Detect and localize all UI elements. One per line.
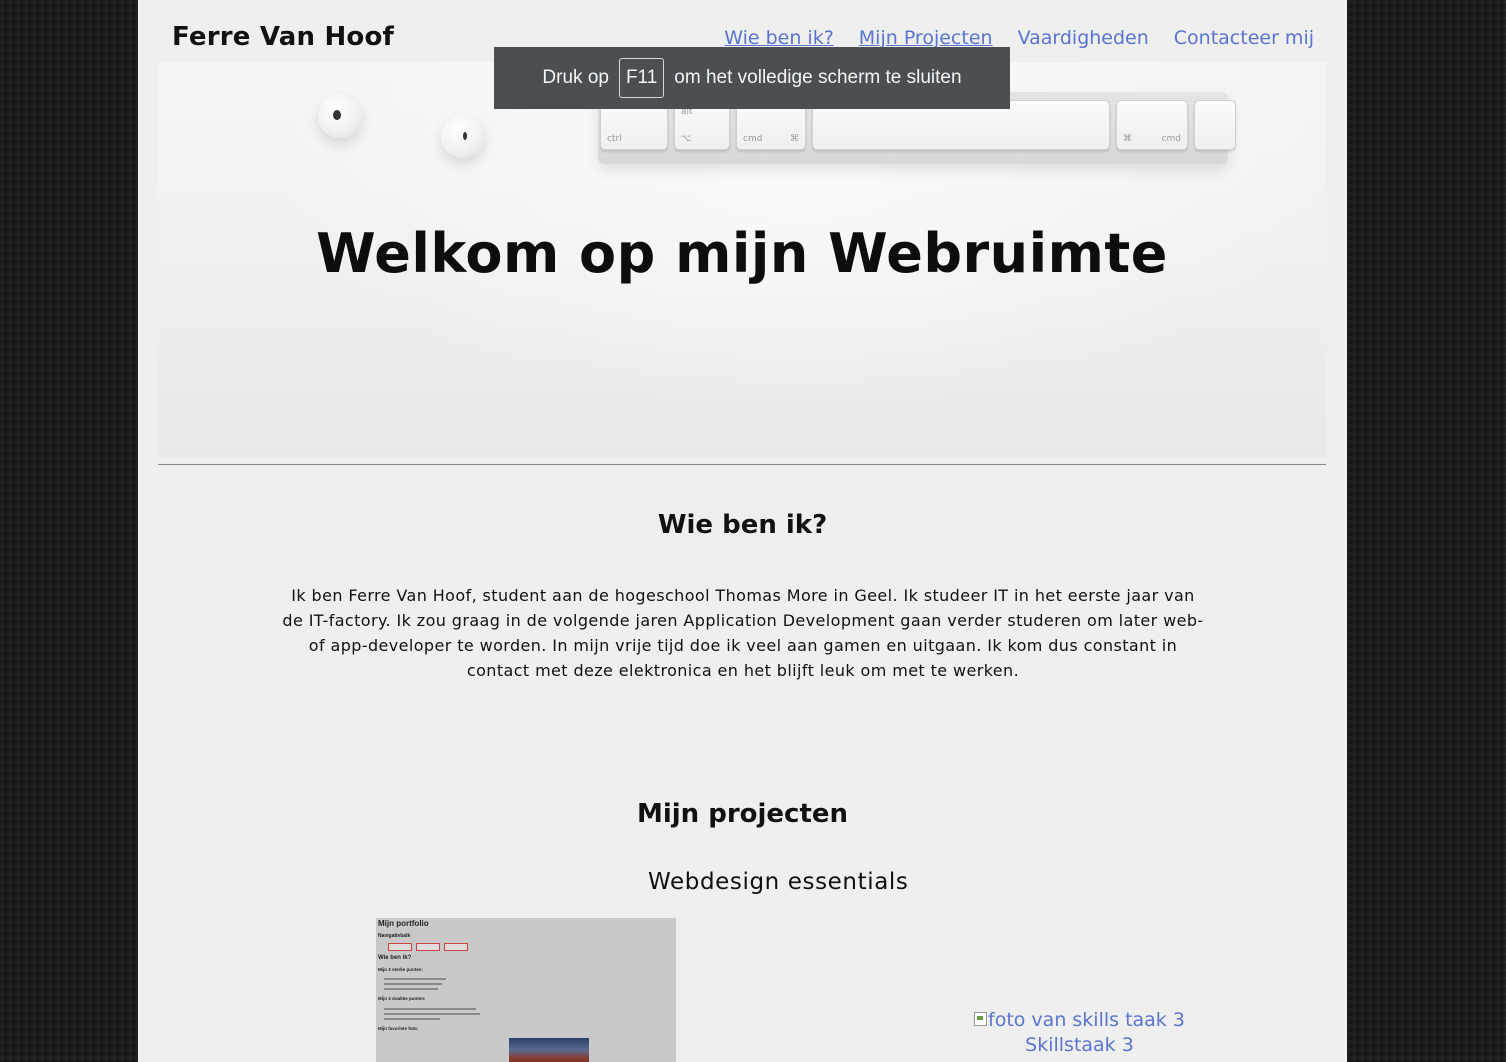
about-paragraph: Ik ben Ferre Van Hoof, student aan de ho… bbox=[282, 586, 1204, 680]
nav-link-contacteer-mij[interactable]: Contacteer mij bbox=[1174, 27, 1314, 49]
thumb-photo-image bbox=[509, 1038, 589, 1062]
thumb-section-heading: Wie ben ik? bbox=[378, 955, 412, 961]
thumb-line bbox=[384, 983, 442, 985]
key-cmd-right: ⌘ cmd bbox=[1116, 100, 1188, 150]
main-nav: Wie ben ik? Mijn Projecten Vaardigheden … bbox=[724, 27, 1314, 49]
project-caption[interactable]: Skillstaak 3 bbox=[974, 1033, 1185, 1058]
thumb-nav-button-3 bbox=[444, 943, 468, 951]
nav-link-vaardigheden[interactable]: Vaardigheden bbox=[1018, 27, 1149, 49]
site-brand[interactable]: Ferre Van Hoof bbox=[172, 22, 394, 52]
broken-image-alt[interactable]: foto van skills taak 3 bbox=[974, 1008, 1185, 1033]
thumb-nav-label: Navigatiebalk bbox=[378, 933, 411, 939]
project-subtitle: Webdesign essentials bbox=[648, 869, 909, 895]
thumb-nav-button-2 bbox=[416, 943, 440, 951]
thumb-line bbox=[384, 1018, 440, 1020]
f11-key-hint: F11 bbox=[618, 58, 665, 98]
thumb-heading: Mijn portfolio bbox=[378, 919, 429, 928]
earbud-left-image bbox=[318, 94, 362, 138]
hero-banner: ctrl alt ⌥ cmd ⌘ ⌘ cmd Welkom op mijn Webru… bbox=[158, 62, 1326, 458]
broken-image-alt-text: foto van skills taak 3 bbox=[988, 1009, 1185, 1031]
thumb-line bbox=[384, 978, 446, 980]
projects-heading: Mijn projecten bbox=[636, 799, 849, 829]
about-heading: Wie ben ik? bbox=[657, 510, 828, 540]
thumb-strong-label: Mijn 3 sterke punten: bbox=[378, 967, 424, 972]
thumb-line bbox=[384, 988, 438, 990]
fullscreen-exit-notice: Druk op F11 om het volledige scherm te s… bbox=[494, 47, 1010, 109]
broken-image-icon bbox=[974, 1012, 987, 1026]
thumb-photo-label: Mijn favoriete foto: bbox=[378, 1026, 419, 1031]
project-thumbnail-webdesign[interactable]: Mijn portfolio Navigatiebalk Wie ben ik?… bbox=[376, 918, 676, 1062]
toast-text-before: Druk op bbox=[542, 67, 609, 88]
nav-link-mijn-projecten[interactable]: Mijn Projecten bbox=[859, 27, 993, 49]
earbud-right-image bbox=[441, 114, 485, 158]
toast-text-after: om het volledige scherm te sluiten bbox=[674, 67, 962, 88]
thumb-line bbox=[384, 1013, 480, 1015]
hero-title: Welkom op mijn Webruimte bbox=[316, 222, 1168, 285]
nav-link-wie-ben-ik[interactable]: Wie ben ik? bbox=[724, 27, 834, 49]
key-option-right bbox=[1194, 100, 1236, 150]
project-link-skillstaak-3[interactable]: foto van skills taak 3 Skillstaak 3 bbox=[974, 1008, 1185, 1058]
page-container: Ferre Van Hoof Wie ben ik? Mijn Projecte… bbox=[138, 0, 1347, 1062]
thumb-line bbox=[384, 1008, 476, 1010]
thumb-weak-label: Mijn 3 zwakke punten: bbox=[378, 996, 426, 1001]
section-divider bbox=[158, 464, 1326, 465]
thumb-nav-button-1 bbox=[388, 943, 412, 951]
